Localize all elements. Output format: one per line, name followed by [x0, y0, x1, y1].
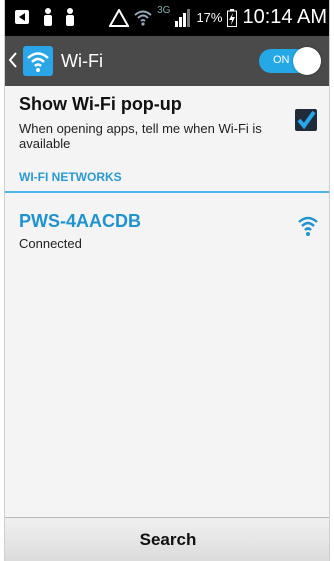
clock: 10:14 AM [242, 6, 327, 28]
search-button-label: Search [139, 529, 197, 549]
notification-icon [15, 10, 29, 24]
status-bar-right: 3G 17% 10:14 AM [109, 5, 327, 29]
battery-percent: 17% [196, 10, 223, 25]
setting-title: Show Wi-Fi pop-up [19, 94, 182, 114]
action-bar: Wi-Fi ON [5, 36, 329, 86]
wifi-icon [134, 10, 152, 26]
page-title: Wi-Fi [61, 51, 103, 71]
frame-right [330, 0, 334, 561]
network-list-item[interactable]: PWS-4AACDB Connected [5, 197, 329, 267]
status-bar-left [13, 8, 75, 26]
popup-checkbox[interactable] [295, 109, 317, 131]
network-status: Connected [19, 236, 82, 251]
search-button[interactable]: Search [5, 517, 329, 561]
battery-icon [227, 8, 238, 27]
signal-icon [175, 8, 191, 27]
person-icon [44, 8, 52, 26]
toggle-knob [293, 47, 321, 75]
wifi-toggle[interactable]: ON [259, 47, 321, 75]
phone-screen: 3G 17% 10:14 AM Wi-Fi ON Show Wi-Fi pop-… [4, 0, 330, 561]
section-divider [5, 191, 329, 193]
wifi-signal-icon [298, 216, 318, 236]
person-icon [66, 8, 74, 26]
setting-description: When opening apps, tell me when Wi-Fi is… [19, 121, 262, 151]
wifi-icon [27, 52, 49, 72]
status-bar: 3G 17% 10:14 AM [5, 0, 329, 36]
warning-icon [109, 8, 130, 27]
wifi-app-icon[interactable] [23, 46, 53, 76]
checkmark-icon [297, 110, 316, 130]
network-type-label: 3G [157, 5, 171, 16]
toggle-label: ON [273, 54, 290, 66]
network-name: PWS-4AACDB [19, 211, 142, 231]
back-chevron-icon[interactable] [8, 51, 18, 69]
show-wifi-popup-setting[interactable]: Show Wi-Fi pop-up When opening apps, tel… [5, 86, 329, 158]
networks-section-header: WI-FI NETWORKS [19, 170, 122, 184]
